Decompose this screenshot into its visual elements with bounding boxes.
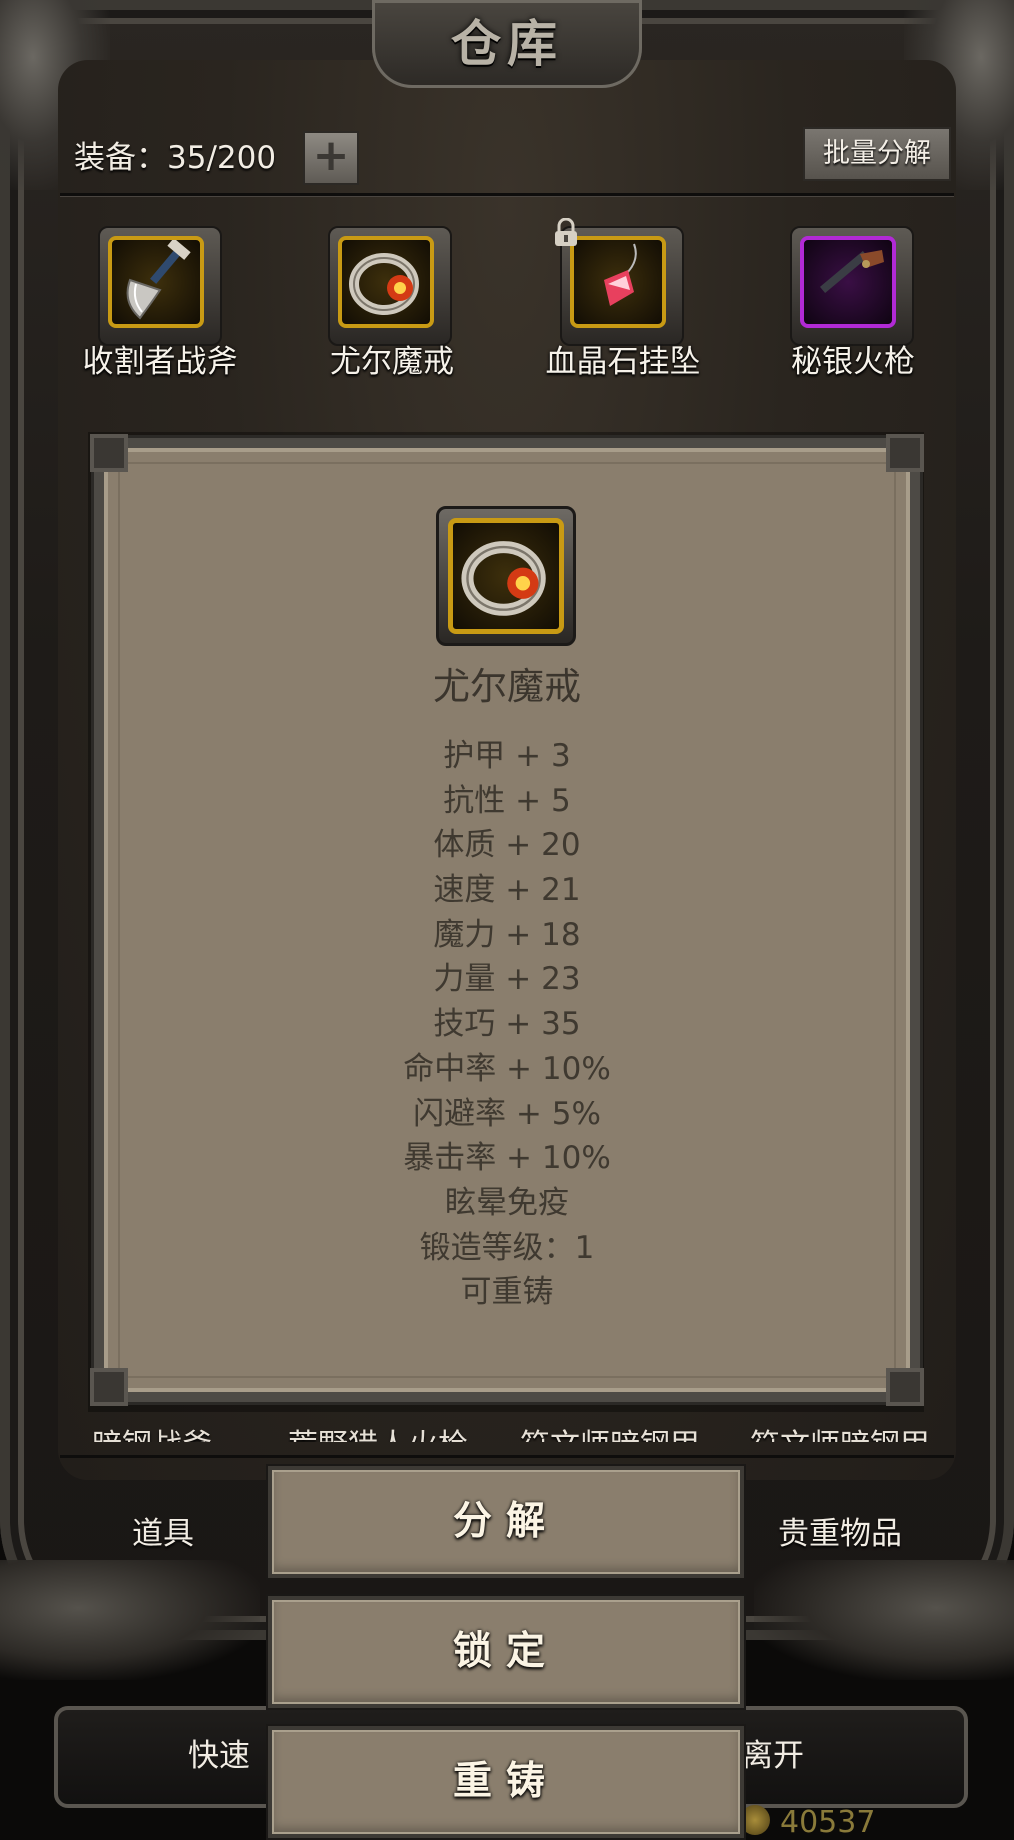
stat-line: 护甲 + 3 (443, 738, 571, 774)
stat-line: 可重铸 (460, 1274, 554, 1311)
item-name: 秘银火枪 (791, 344, 915, 380)
stat-line: 力量 + 23 (433, 961, 581, 998)
popup-corner (90, 1368, 128, 1406)
item-slot-musket[interactable] (790, 226, 914, 346)
stat-line: 体质 + 20 (433, 827, 581, 864)
stat-line: 魔力 + 18 (433, 916, 581, 953)
tab-items[interactable]: 道具 (132, 1508, 194, 1553)
stat-line: 暴击率 + 10% (403, 1140, 611, 1177)
expand-capacity-button[interactable]: + (303, 131, 359, 185)
popup-corner (886, 1368, 924, 1406)
lock-button-label: 锁定 (452, 1629, 559, 1674)
stat-line: 锻造等级：1 (419, 1229, 595, 1266)
stat-line: 技巧 + 35 (433, 1006, 581, 1043)
ring-icon (338, 236, 434, 328)
decompose-button[interactable]: 分解 (266, 1464, 746, 1580)
leave-button-label[interactable]: 离开 (742, 1730, 804, 1775)
lock-icon (552, 217, 580, 255)
axe-icon (108, 236, 204, 328)
divider (60, 193, 954, 197)
frame-ornament-bottom-left (0, 1560, 260, 1680)
item-name: 收割者战斧 (82, 344, 238, 380)
gold-coin-icon (740, 1805, 770, 1835)
gold-count: 40537 (780, 1805, 876, 1840)
page-title: 仓库 (451, 15, 563, 73)
divider (60, 1455, 954, 1458)
item-slot-pendant[interactable] (555, 217, 684, 346)
item-name: 尤尔魔戒 (330, 344, 454, 380)
reforge-button[interactable]: 重铸 (266, 1724, 746, 1840)
frame-ornament-bottom-right (754, 1560, 1014, 1680)
item-slot-axe[interactable] (98, 226, 222, 346)
plus-icon: + (312, 130, 350, 181)
list-item[interactable]: 暗钢战斧 (92, 1420, 212, 1442)
pendant-icon (570, 236, 666, 328)
popup-corner (886, 434, 924, 472)
list-item[interactable]: 荒野猎人火枪 (288, 1420, 468, 1442)
stat-line: 闪避率 + 5% (413, 1095, 601, 1132)
reforge-button-label: 重铸 (452, 1759, 559, 1804)
quick-button-label[interactable]: 快速 (188, 1730, 250, 1775)
decompose-button-label: 分解 (452, 1499, 559, 1544)
list-item[interactable]: 符文师暗钢甲 (520, 1420, 700, 1442)
lock-button[interactable]: 锁定 (266, 1594, 746, 1710)
stat-line: 命中率 + 10% (403, 1050, 611, 1087)
item-name: 血晶石挂坠 (545, 344, 701, 380)
batch-decompose-button[interactable]: 批量分解 (803, 127, 951, 181)
popup-corner (90, 434, 128, 472)
ring-icon (448, 518, 564, 634)
stat-line: 速度 + 21 (433, 872, 581, 909)
list-item[interactable]: 符文师暗钢甲 (750, 1420, 930, 1442)
item-slot-ring[interactable] (328, 226, 452, 346)
tab-valuables[interactable]: 贵重物品 (778, 1508, 902, 1553)
item-stats: 护甲 + 3 抗性 + 5 体质 + 20 速度 + 21 魔力 + 18 力量… (94, 734, 920, 1315)
stat-line: 抗性 + 5 (443, 782, 571, 819)
stat-line: 眩晕免疫 (445, 1184, 569, 1221)
musket-icon (800, 236, 896, 328)
popup-item-name: 尤尔魔戒 (433, 665, 581, 708)
equipment-count: 装备：35/200 (74, 140, 277, 176)
